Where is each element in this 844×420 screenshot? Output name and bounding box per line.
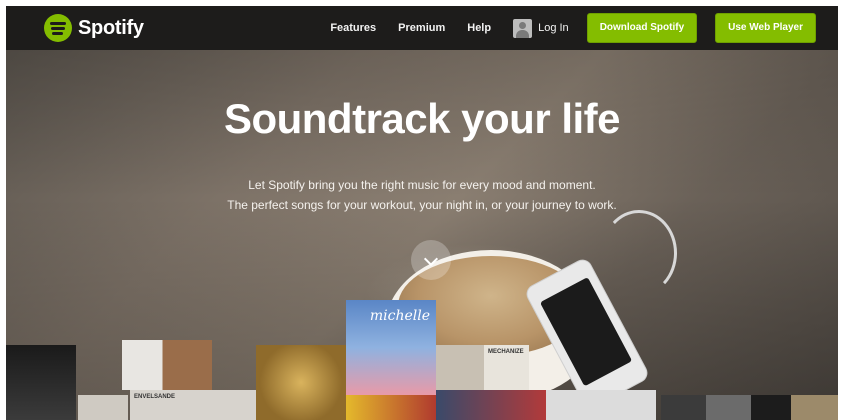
hero-subtitle-line-1: Let Spotify bring you the right music fo…: [248, 178, 596, 192]
hero-headline: Soundtrack your life: [223, 95, 621, 142]
album-cover-michelle: michelle: [346, 300, 436, 395]
spotify-logo-icon: [44, 14, 72, 42]
album-cover: [546, 390, 656, 420]
hero-subtitle-line-2: The perfect songs for your workout, your…: [227, 198, 617, 212]
browser-viewport: Spotify Features Premium Help Log In Dow…: [6, 6, 838, 420]
hero-section: Soundtrack your life Let Spotify bring y…: [6, 50, 838, 420]
album-cover: [122, 340, 212, 390]
nav-link-help[interactable]: Help: [467, 22, 491, 34]
nav-links: Features Premium Help Log In Download Sp…: [330, 13, 816, 43]
album-cover: ENVELSANDE: [130, 390, 256, 420]
album-cover: [436, 345, 484, 390]
login-link[interactable]: Log In: [513, 18, 569, 38]
use-web-player-button[interactable]: Use Web Player: [715, 13, 816, 43]
album-title: MECHANIZE: [488, 349, 524, 355]
nav-link-features[interactable]: Features: [330, 22, 376, 34]
album-cover: [791, 395, 838, 420]
album-cover: [256, 345, 346, 420]
album-title: michelle: [369, 308, 430, 324]
album-cover: [78, 395, 128, 420]
scroll-down-button[interactable]: [411, 240, 451, 280]
login-label: Log In: [538, 22, 569, 34]
album-cover: [346, 395, 436, 420]
album-cover: [436, 390, 546, 420]
album-cover: [706, 395, 751, 420]
user-avatar-icon: [513, 18, 533, 38]
earphone-cable-image: [601, 210, 677, 296]
nav-link-premium[interactable]: Premium: [398, 22, 445, 34]
album-cover: [6, 345, 76, 420]
album-cover: MECHANIZE: [484, 345, 529, 390]
album-title: ENVELSANDE: [134, 394, 176, 400]
brand-name: Spotify: [78, 16, 144, 39]
album-cover: [661, 395, 706, 420]
album-cover: [751, 395, 791, 420]
download-spotify-button[interactable]: Download Spotify: [586, 13, 698, 43]
top-navigation: Spotify Features Premium Help Log In Dow…: [6, 6, 838, 50]
spotify-logo[interactable]: Spotify: [44, 14, 144, 42]
